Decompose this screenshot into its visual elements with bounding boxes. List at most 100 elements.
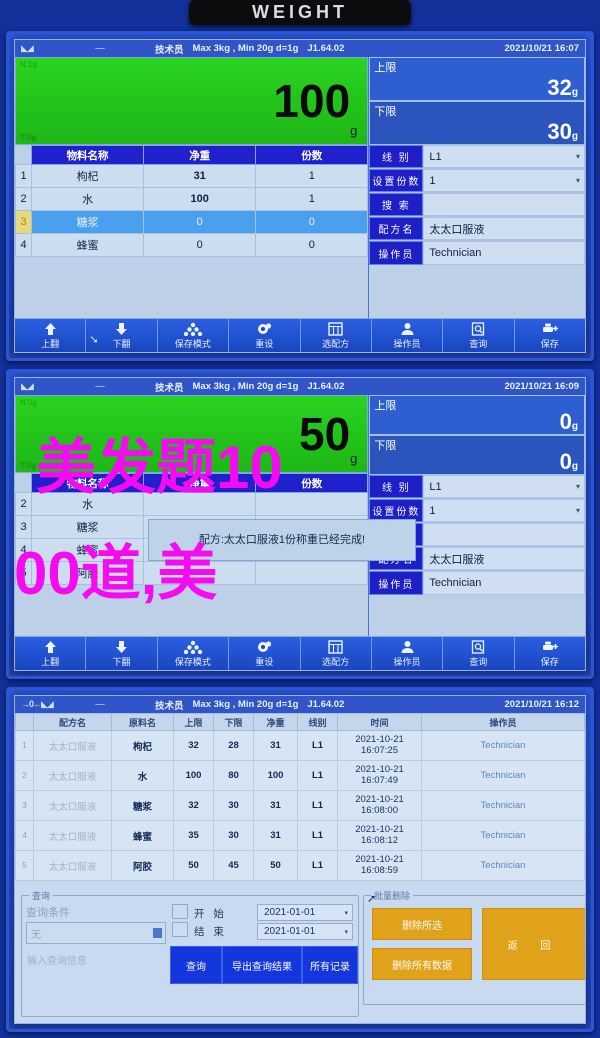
end-date-checkbox[interactable]	[172, 922, 188, 937]
toolbar-label: 重设	[255, 338, 274, 349]
search-input[interactable]	[423, 193, 585, 216]
toolbar-button-save[interactable]: 保存	[514, 637, 585, 670]
row-clock: 16:07:25	[361, 744, 398, 756]
arrow-down-icon	[116, 322, 128, 335]
row-recipe: 太太口服液	[33, 820, 112, 851]
toolbar-button-query[interactable]: 查询	[443, 637, 515, 670]
records-screen-3: →0←◣◢ — 技术员 Max 3kg , Min 20g d=1g J1.64…	[14, 695, 586, 1024]
chevron-down-icon[interactable]: ▾	[576, 506, 580, 515]
row-net: 100	[143, 187, 257, 211]
row-time: 2021-10-21 16:08:12	[337, 820, 422, 851]
query-condition-select[interactable]: 无	[26, 922, 166, 944]
start-date-picker[interactable]: 2021-01-01 ▾	[257, 904, 353, 921]
toolbar-button-save-mode[interactable]: 保存模式	[157, 319, 230, 352]
start-date-checkbox[interactable]	[172, 904, 188, 919]
toolbar-label: 保存	[540, 656, 559, 667]
col-net-weight: 净重	[143, 473, 257, 493]
dropdown-button-icon[interactable]	[153, 928, 162, 938]
delete-all-button[interactable]: 删除所有数据	[372, 948, 472, 980]
toolbar-button-reset[interactable]: 重设	[229, 637, 301, 670]
lower-limit-box-1[interactable]: 下限 30g	[369, 101, 585, 145]
toolbar-label: 选配方	[322, 338, 350, 349]
start-date-label: 开 始	[194, 908, 227, 920]
toolbar-button-operator[interactable]: 操作员	[371, 319, 444, 352]
return-button[interactable]: 返 回	[482, 908, 585, 980]
query-button[interactable]: 查询	[170, 946, 222, 984]
table-row[interactable]: 2 太太口服液 水 100 80 100 L1 2021-10-21 16:07:…	[15, 760, 585, 791]
field-value-line[interactable]: L1 ▾	[423, 145, 585, 168]
chevron-down-icon[interactable]: ▾	[576, 152, 580, 161]
row-lower: 28	[213, 730, 254, 761]
status-capacity: Max 3kg , Min 20g d=1g	[192, 381, 299, 392]
toolbar-button-select-recipe[interactable]: 选配方	[300, 319, 372, 352]
end-date-picker[interactable]: 2021-01-01 ▾	[257, 923, 353, 940]
field-value-portions[interactable]: 1 ▾	[423, 499, 585, 522]
field-operator-2[interactable]: 操作员 Technician	[369, 571, 585, 595]
material-table-1[interactable]: 物料名称 净重 份数 1 枸杞 31 1 2 水 100 1 3 糖浆 0 0 …	[15, 145, 369, 257]
toolbar-button-save[interactable]: 保存	[514, 319, 585, 352]
scale-screen-1: ◣◢ — 技术员 Max 3kg , Min 20g d=1g J1.64.02…	[14, 39, 586, 353]
upper-limit-box-2[interactable]: 上限 0g	[369, 395, 585, 435]
table-row[interactable]: 2 水	[15, 492, 369, 516]
table-row[interactable]: 4 蜂蜜 0 0	[15, 233, 369, 257]
table-row-selected[interactable]: 3 糖浆 0 0	[15, 210, 369, 234]
row-clock: 16:08:12	[361, 834, 398, 846]
field-value-line[interactable]: L1 ▾	[423, 475, 585, 498]
chevron-down-icon[interactable]: ▾	[576, 176, 580, 185]
table-row[interactable]: 5 阿胶	[15, 561, 369, 585]
toolbar-button-page-up[interactable]: 上翻	[15, 637, 87, 670]
lower-limit-value: 0	[559, 449, 572, 474]
table-row[interactable]: 3 太太口服液 糖浆 32 30 31 L1 2021-10-21 16:08:0…	[15, 790, 585, 821]
toolbar-button-reset[interactable]: 重设	[229, 319, 301, 352]
table-row[interactable]: 1 太太口服液 枸杞 32 28 31 L1 2021-10-21 16:07:2…	[15, 730, 585, 761]
row-date: 2021-10-21	[355, 733, 404, 745]
toolbar-button-page-down[interactable]: 下翻	[86, 637, 158, 670]
toolbar-button-select-recipe[interactable]: 选配方	[300, 637, 372, 670]
table-row[interactable]: 4 太太口服液 蜂蜜 35 30 31 L1 2021-10-21 16:08:1…	[15, 820, 585, 851]
row-time: 2021-10-21 16:07:25	[337, 730, 422, 761]
field-portions-1[interactable]: 设置份数 1 ▾	[369, 169, 585, 193]
toolbar-button-page-up[interactable]: 上翻	[15, 319, 87, 352]
field-operator-1[interactable]: 操作员 Technician	[369, 241, 585, 265]
records-table[interactable]: 配方名 原料名 上限 下限 净重 线别 时间 操作员 1 太太口服液 枸杞 32	[15, 713, 585, 881]
toolbar-button-save-mode[interactable]: 保存模式	[157, 637, 230, 670]
row-line: L1	[297, 730, 338, 761]
col-material-name: 物料名称	[30, 145, 145, 165]
row-material: 糖浆	[30, 210, 145, 234]
field-search-1[interactable]: 搜 索	[369, 193, 585, 217]
row-time: 2021-10-21 16:08:59	[337, 850, 422, 881]
start-date-value: 2021-01-01	[264, 907, 316, 918]
completion-dialog[interactable]: 配方:太太口服液1份称重已经完成!	[148, 519, 416, 561]
toolbar-button-operator[interactable]: 操作员	[371, 637, 444, 670]
stack-icon	[183, 640, 203, 654]
batch-delete-group-label: 批量删除	[371, 889, 414, 902]
row-clock: 16:08:00	[361, 804, 398, 816]
table-row[interactable]: 2 水 100 1	[15, 187, 369, 211]
field-label-line: 线 别	[369, 145, 424, 168]
chevron-down-icon[interactable]: ▾	[576, 482, 580, 491]
export-results-button[interactable]: 导出查询结果	[222, 946, 302, 984]
delete-selected-button[interactable]: 删除所选	[372, 908, 472, 940]
toolbar-label: 重设	[255, 656, 274, 667]
field-line-2[interactable]: 线 别 L1 ▾	[369, 475, 585, 499]
row-material: 阿胶	[111, 850, 174, 881]
lower-limit-box-2[interactable]: 下限 0g	[369, 435, 585, 475]
status-bar-2: ◣◢ — 技术员 Max 3kg , Min 20g d=1g J1.64.02…	[15, 378, 585, 395]
col-net-weight: 净重	[253, 713, 298, 731]
chevron-down-icon[interactable]: ▾	[344, 909, 348, 917]
chevron-down-icon[interactable]: ▾	[344, 928, 348, 936]
upper-limit-value: 0	[559, 409, 572, 434]
search-input[interactable]	[423, 523, 585, 546]
query-info-input[interactable]: 输入查询信息	[27, 952, 87, 967]
toolbar-button-query[interactable]: 查询	[443, 319, 515, 352]
field-recipe-1[interactable]: 配方名 太太口服液	[369, 217, 585, 241]
field-value-portions[interactable]: 1 ▾	[423, 169, 585, 192]
material-table-header-1: 物料名称 净重 份数	[15, 145, 369, 165]
all-records-button[interactable]: 所有记录	[302, 946, 358, 984]
upper-limit-box-1[interactable]: 上限 32g	[369, 57, 585, 101]
table-row[interactable]: 1 枸杞 31 1	[15, 164, 369, 188]
field-line-1[interactable]: 线 别 L1 ▾	[369, 145, 585, 169]
toolbar-button-page-down[interactable]: ➘ 下翻	[86, 319, 158, 352]
table-row[interactable]: 5 太太口服液 阿胶 50 45 50 L1 2021-10-21 16:08:5…	[15, 850, 585, 881]
query-group: 查询 查询条件 无 输入查询信息 开 始 结 束 2021-01-01 ▾ 20…	[21, 889, 359, 1017]
